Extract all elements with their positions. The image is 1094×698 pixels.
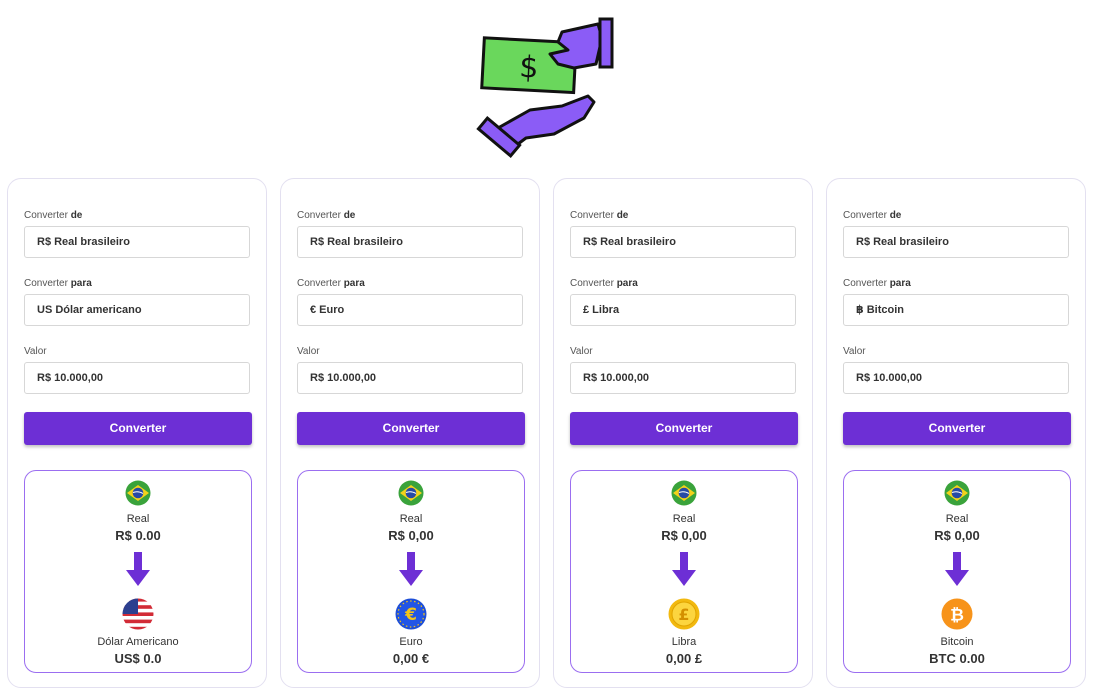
to-currency-name: Libra [671, 636, 697, 648]
convert-button[interactable]: Converter [24, 412, 252, 445]
from-amount: R$ 0,00 [934, 528, 980, 543]
svg-text:₿: ₿ [950, 606, 964, 626]
converter-card-dollar: Converter de R$ Real brasileiro Converte… [7, 178, 267, 688]
to-amount: 0,00 € [392, 651, 430, 666]
result-panel: Real R$ 0,00 € Euro 0,00 € [297, 470, 525, 673]
arrow-down-icon [126, 552, 150, 586]
result-panel: Real R$ 0.00 Dólar Americano US$ 0.0 [24, 470, 252, 673]
usa-flag-icon [122, 598, 154, 630]
euro-coin-icon: € [395, 598, 427, 630]
brazil-flag-icon [944, 480, 970, 506]
amount-label: Valor [297, 346, 320, 357]
from-label: Converter de [297, 210, 356, 221]
arrow-down-icon [399, 552, 423, 586]
svg-text:£: £ [678, 605, 689, 624]
to-currency-select[interactable]: US Dólar americano [24, 294, 250, 326]
from-currency-select[interactable]: R$ Real brasileiro [843, 226, 1069, 258]
convert-button[interactable]: Converter [570, 412, 798, 445]
result-panel: Real R$ 0,00 ₿ Bitcoin BTC 0.00 [843, 470, 1071, 673]
amount-label: Valor [24, 346, 47, 357]
result-panel: Real R$ 0,00 £ Libra 0,00 £ [570, 470, 798, 673]
amount-input[interactable]: R$ 10.000,00 [297, 362, 523, 394]
money-exchange-icon: $ [476, 17, 614, 158]
from-amount: R$ 0,00 [661, 528, 707, 543]
to-currency-name: Euro [399, 636, 423, 648]
bitcoin-coin-icon: ₿ [941, 598, 973, 630]
converter-card-bitcoin: Converter de R$ Real brasileiro Converte… [826, 178, 1086, 688]
amount-label: Valor [570, 346, 593, 357]
to-amount: 0,00 £ [665, 651, 703, 666]
pound-coin-icon: £ [668, 598, 700, 630]
convert-button[interactable]: Converter [297, 412, 525, 445]
amount-input[interactable]: R$ 10.000,00 [24, 362, 250, 394]
from-currency-name: Real [399, 513, 423, 525]
amount-input[interactable]: R$ 10.000,00 [570, 362, 796, 394]
from-label: Converter de [570, 210, 629, 221]
amount-label: Valor [843, 346, 866, 357]
brazil-flag-icon [125, 480, 151, 506]
from-amount: R$ 0,00 [388, 528, 434, 543]
from-amount: R$ 0.00 [115, 528, 161, 543]
to-currency-name: Bitcoin [940, 636, 974, 648]
to-currency-name: Dólar Americano [97, 636, 179, 648]
svg-text:$: $ [518, 50, 539, 86]
converter-cards: Converter de R$ Real brasileiro Converte… [7, 178, 1089, 688]
from-currency-select[interactable]: R$ Real brasileiro [297, 226, 523, 258]
to-label: Converter para [24, 278, 92, 289]
from-currency-select[interactable]: R$ Real brasileiro [570, 226, 796, 258]
from-label: Converter de [24, 210, 83, 221]
converter-card-pound: Converter de R$ Real brasileiro Converte… [553, 178, 813, 688]
from-currency-select[interactable]: R$ Real brasileiro [24, 226, 250, 258]
to-currency-select[interactable]: ฿ Bitcoin [843, 294, 1069, 326]
to-amount: BTC 0.00 [929, 651, 985, 666]
to-label: Converter para [297, 278, 365, 289]
svg-text:€: € [404, 605, 417, 625]
to-label: Converter para [843, 278, 911, 289]
converter-card-euro: Converter de R$ Real brasileiro Converte… [280, 178, 540, 688]
to-currency-select[interactable]: € Euro [297, 294, 523, 326]
brazil-flag-icon [671, 480, 697, 506]
to-label: Converter para [570, 278, 638, 289]
from-currency-name: Real [945, 513, 969, 525]
brazil-flag-icon [398, 480, 424, 506]
to-currency-select[interactable]: £ Libra [570, 294, 796, 326]
from-label: Converter de [843, 210, 902, 221]
from-currency-name: Real [126, 513, 150, 525]
from-currency-name: Real [672, 513, 696, 525]
arrow-down-icon [945, 552, 969, 586]
to-amount: US$ 0.0 [114, 651, 162, 666]
convert-button[interactable]: Converter [843, 412, 1071, 445]
amount-input[interactable]: R$ 10.000,00 [843, 362, 1069, 394]
arrow-down-icon [672, 552, 696, 586]
